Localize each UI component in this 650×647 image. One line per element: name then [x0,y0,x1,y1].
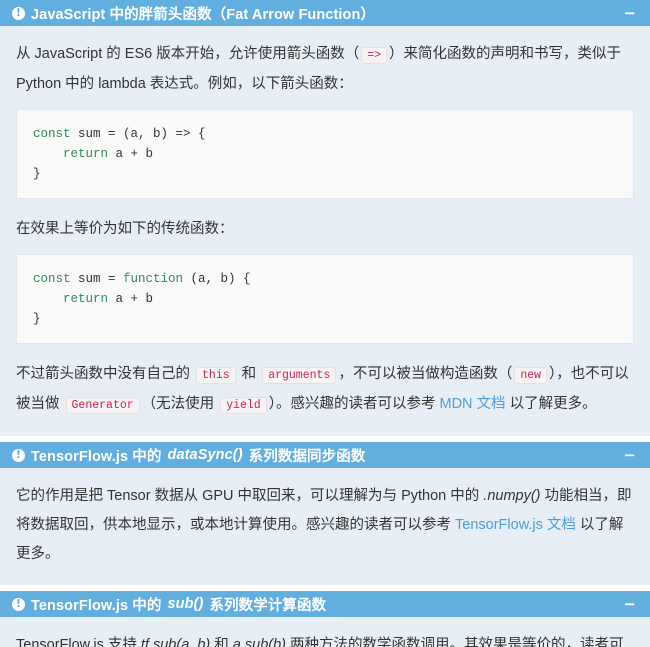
italic-a-sub: a.sub(b) [232,637,286,647]
panel-title-wrap: ! TensorFlow.js 中的 sub() 系列数学计算函数 [12,594,619,615]
limitations-part7: 以了解更多。 [505,396,597,412]
inline-code-arrow: => [361,47,388,64]
inline-code-generator: Generator [65,397,140,414]
panel-title-text-part2: 系列数据同步函数 [248,448,366,465]
link-tensorflowjs-docs[interactable]: TensorFlow.js 文档 [455,517,576,533]
panel-header-fat-arrow-function[interactable]: ! JavaScript 中的胖箭头函数（Fat Arrow Function）… [0,0,650,26]
paragraph-intro: 从 JavaScript 的 ES6 版本开始，允许使用箭头函数（ => ）来简化函… [16,40,634,99]
collapse-toggle-icon[interactable]: − [619,5,640,21]
code-block-arrow-function: const sum = (a, b) => { return a + b } [16,109,634,199]
panel-body-datasync: 它的作用是把 Tensor 数据从 GPU 中取回来，可以理解为与 Python… [0,468,650,585]
panel-body-fat-arrow-function: 从 JavaScript 的 ES6 版本开始，允许使用箭头函数（ => ）来简化函… [0,26,650,436]
panel-title-wrap: ! JavaScript 中的胖箭头函数（Fat Arrow Function） [12,3,619,24]
panel-title-text: JavaScript 中的胖箭头函数（Fat Arrow Function） [31,6,376,23]
limitations-part3: ，不可以被当做构造函数（ [338,366,513,382]
panel-header-datasync[interactable]: ! TensorFlow.js 中的 dataSync() 系列数据同步函数 − [0,442,650,468]
panel-sub: ! TensorFlow.js 中的 sub() 系列数学计算函数 − Tens… [0,591,650,647]
datasync-part1: 它的作用是把 Tensor 数据从 GPU 中取回来，可以理解为与 Python… [16,488,484,504]
panel-title-text-part1: TensorFlow.js 中的 [31,448,162,465]
limitations-part6: ）。感兴趣的读者可以参考 [268,396,440,412]
exclamation-circle-icon: ! [12,448,25,462]
paragraph-sub: TensorFlow.js 支持 tf.sub(a, b) 和 a.sub(b)… [16,631,634,647]
inline-code-this: this [196,367,236,384]
sub-part1: TensorFlow.js 支持 [16,637,141,647]
exclamation-circle-icon: ! [12,597,25,611]
inline-code-yield: yield [220,397,267,414]
panel-header-sub[interactable]: ! TensorFlow.js 中的 sub() 系列数学计算函数 − [0,591,650,617]
code-block-traditional-function: const sum = function (a, b) { return a +… [16,254,634,344]
panel-title-text-part1: TensorFlow.js 中的 [31,597,162,614]
panel-title-wrap: ! TensorFlow.js 中的 dataSync() 系列数据同步函数 [12,445,619,466]
limitations-part1: 不过箭头函数中没有自己的 [16,366,195,382]
sub-part2: 和 [210,637,233,647]
collapse-toggle-icon[interactable]: − [619,447,640,463]
inline-code-new: new [514,367,548,384]
limitations-part2: 和 [237,366,261,382]
paragraph-datasync: 它的作用是把 Tensor 数据从 GPU 中取回来，可以理解为与 Python… [16,482,634,569]
link-mdn-docs[interactable]: MDN 文档 [439,396,505,412]
exclamation-circle-icon: ! [12,6,25,20]
article-page: ! JavaScript 中的胖箭头函数（Fat Arrow Function）… [0,0,650,647]
italic-numpy: .numpy() [483,488,541,504]
panel-title-italic: sub() [167,596,204,612]
panel-title-italic: dataSync() [167,447,243,463]
collapse-toggle-icon[interactable]: − [619,596,640,612]
italic-tf-sub: tf.sub(a, b) [140,637,211,647]
panel-fat-arrow-function: ! JavaScript 中的胖箭头函数（Fat Arrow Function）… [0,0,650,436]
panel-title-text-part2: 系列数学计算函数 [209,597,327,614]
panel-datasync: ! TensorFlow.js 中的 dataSync() 系列数据同步函数 −… [0,442,650,585]
panel-body-sub: TensorFlow.js 支持 tf.sub(a, b) 和 a.sub(b)… [0,617,650,647]
paragraph-intro-part1: 从 JavaScript 的 ES6 版本开始，允许使用箭头函数（ [16,46,360,62]
paragraph-limitations: 不过箭头函数中没有自己的 this 和 arguments ，不可以被当做构造函数… [16,360,634,420]
paragraph-equivalent: 在效果上等价为如下的传统函数： [16,221,234,237]
limitations-part5: （无法使用 [141,396,219,412]
inline-code-arguments: arguments [262,367,337,384]
